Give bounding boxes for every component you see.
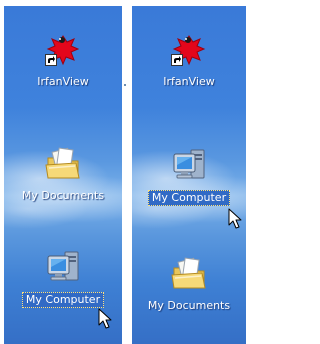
mouse-cursor-icon (228, 208, 242, 229)
desktop-icon-my-documents[interactable]: My Documents (8, 144, 118, 203)
desktop-icon-my-computer[interactable]: My Computer (134, 146, 244, 206)
desktop-icon-my-computer[interactable]: My Computer (8, 248, 118, 308)
desktop-icon-irfanview[interactable]: IrfanView (8, 30, 118, 89)
irfanview-icon (43, 30, 83, 70)
computer-icon (43, 248, 83, 288)
shortcut-arrow-icon (45, 54, 57, 66)
icon-label-my-computer: My Computer (147, 190, 231, 206)
desktop-icon-irfanview[interactable]: IrfanView (134, 30, 244, 89)
mouse-cursor-icon (98, 308, 112, 329)
irfanview-icon (169, 30, 209, 70)
computer-icon (169, 146, 209, 186)
desktop-panel-after: IrfanView My Computer My Documents (132, 6, 246, 344)
folder-documents-icon (43, 144, 83, 184)
icon-label-my-computer: My Computer (21, 292, 105, 308)
icon-label-irfanview: IrfanView (163, 75, 215, 88)
divider-mark (124, 84, 126, 86)
icon-label-my-documents: My Documents (21, 189, 105, 202)
icon-label-irfanview: IrfanView (37, 75, 89, 88)
icon-label-my-documents: My Documents (147, 299, 231, 312)
shortcut-arrow-icon (171, 54, 183, 66)
folder-documents-icon (169, 254, 209, 294)
desktop-icon-my-documents[interactable]: My Documents (134, 254, 244, 313)
desktop-panel-before: IrfanView My Documents My Computer (4, 6, 122, 344)
